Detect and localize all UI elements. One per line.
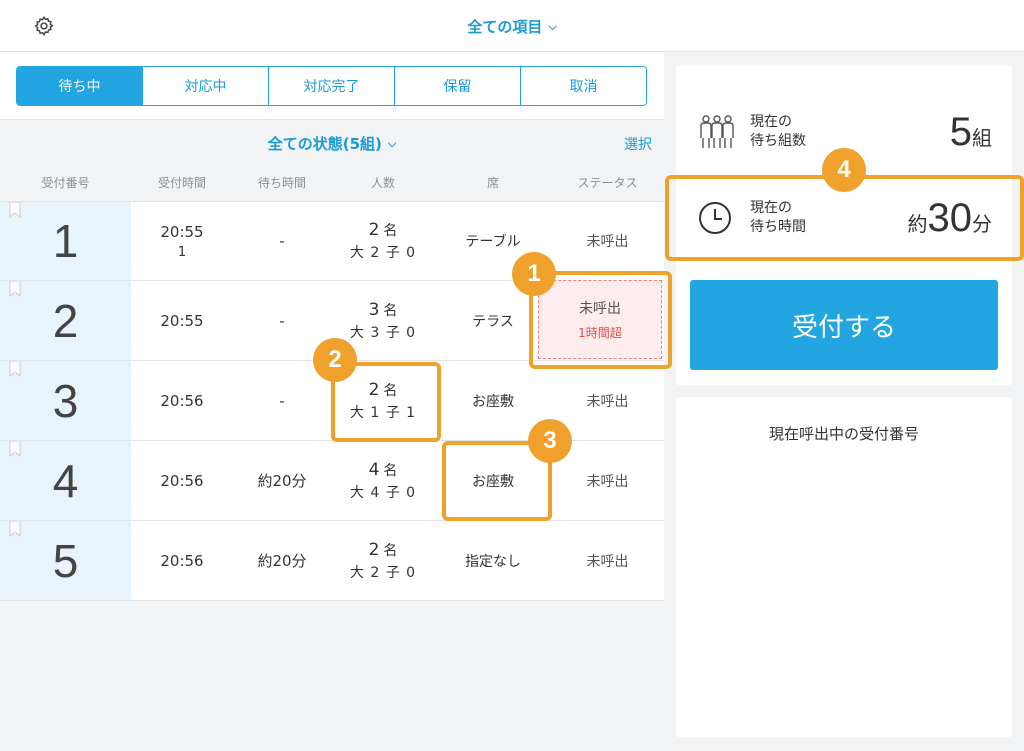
col-people: 人数 bbox=[370, 176, 395, 190]
view-selector[interactable]: 全ての項目 ⌵ bbox=[0, 16, 1024, 37]
bookmark-icon[interactable] bbox=[9, 441, 21, 457]
calling-numbers-panel: 現在呼出中の受付番号 bbox=[676, 397, 1012, 737]
wait-time: 約20分 bbox=[257, 552, 307, 570]
tab-in-progress[interactable]: 対応中 bbox=[142, 67, 268, 105]
receipt-number: 5 bbox=[0, 521, 131, 600]
party-size: 4名 大 4 子 0 bbox=[349, 459, 417, 501]
filter-bar: 全ての状態(5組) ⌵ 選択 bbox=[0, 121, 664, 165]
tab-waiting[interactable]: 待ち中 bbox=[17, 67, 142, 105]
receipt-time: 20:56 bbox=[160, 391, 204, 410]
tab-bar: 待ち中 対応中 対応完了 保留 取消 bbox=[0, 52, 664, 120]
party-size: 2名 大 2 子 0 bbox=[349, 539, 417, 581]
calling-numbers-title: 現在呼出中の受付番号 bbox=[768, 425, 919, 443]
bookmark-icon[interactable] bbox=[9, 521, 21, 537]
top-bar: 全ての項目 ⌵ bbox=[0, 0, 1024, 52]
callout-badge-3: 3 bbox=[528, 419, 572, 463]
tab-completed[interactable]: 対応完了 bbox=[268, 67, 394, 105]
status-tabs: 待ち中 対応中 対応完了 保留 取消 bbox=[16, 66, 647, 106]
callout-badge-4: 4 bbox=[822, 148, 866, 192]
receipt-number: 3 bbox=[0, 361, 131, 440]
waiting-groups-label: 現在の 待ち組数 bbox=[750, 114, 806, 149]
receipt-number: 4 bbox=[0, 441, 131, 520]
seat-type: 指定なし bbox=[465, 553, 521, 570]
receipt-number: 2 bbox=[0, 281, 131, 360]
col-status: ステータス bbox=[577, 176, 638, 190]
receipt-time: 20:56 bbox=[160, 551, 204, 570]
wait-time: 約20分 bbox=[257, 472, 307, 490]
status-text: 未呼出 bbox=[586, 553, 629, 570]
receipt-time: 20:55 bbox=[160, 311, 204, 330]
bookmark-icon[interactable] bbox=[9, 361, 21, 377]
col-wait: 待ち時間 bbox=[257, 176, 306, 190]
chevron-down-icon: ⌵ bbox=[548, 20, 557, 33]
wait-time: - bbox=[279, 232, 285, 250]
select-button[interactable]: 選択 bbox=[624, 134, 652, 154]
chevron-down-icon: ⌵ bbox=[387, 137, 397, 150]
party-breakdown: 大 2 子 0 bbox=[349, 564, 417, 581]
bookmark-icon[interactable] bbox=[9, 202, 21, 218]
callout-badge-2: 2 bbox=[313, 338, 357, 382]
column-headers: 受付番号 受付時間 待ち時間 人数 席 ステータス bbox=[0, 165, 664, 201]
party-breakdown: 大 4 子 0 bbox=[349, 484, 417, 501]
table-row[interactable]: 5 20:56 約20分 2名 大 2 子 0 指定なし 未呼出 bbox=[0, 521, 664, 601]
col-time: 受付時間 bbox=[157, 176, 206, 190]
status-filter[interactable]: 全ての状態(5組) ⌵ bbox=[0, 133, 664, 154]
receipt-number: 1 bbox=[0, 202, 131, 280]
party-size: 2名 大 2 子 0 bbox=[349, 220, 417, 261]
receipt-time: 20:56 bbox=[160, 471, 204, 490]
bookmark-icon[interactable] bbox=[9, 281, 21, 297]
status-filter-label: 全ての状態(5組) bbox=[267, 135, 382, 153]
party-breakdown: 大 3 子 0 bbox=[349, 324, 417, 341]
tab-on-hold[interactable]: 保留 bbox=[394, 67, 520, 105]
col-number: 受付番号 bbox=[41, 176, 90, 190]
tab-cancelled[interactable]: 取消 bbox=[520, 67, 646, 105]
people-group-icon bbox=[700, 115, 734, 148]
status-text: 未呼出 bbox=[586, 234, 629, 250]
col-seat: 席 bbox=[486, 176, 499, 190]
receipt-time-sub: 1 bbox=[177, 244, 187, 260]
waiting-groups-value: 5組 bbox=[949, 109, 992, 154]
table-row[interactable]: 1 20:55 1 - 2名 大 2 子 0 テーブル 未呼出 bbox=[0, 201, 664, 281]
accept-button[interactable]: 受付する bbox=[690, 280, 998, 370]
view-selector-label: 全ての項目 bbox=[467, 18, 543, 36]
receipt-time: 20:55 1 bbox=[160, 222, 204, 260]
party-breakdown: 大 2 子 0 bbox=[349, 245, 417, 261]
callout-badge-1: 1 bbox=[512, 252, 556, 296]
